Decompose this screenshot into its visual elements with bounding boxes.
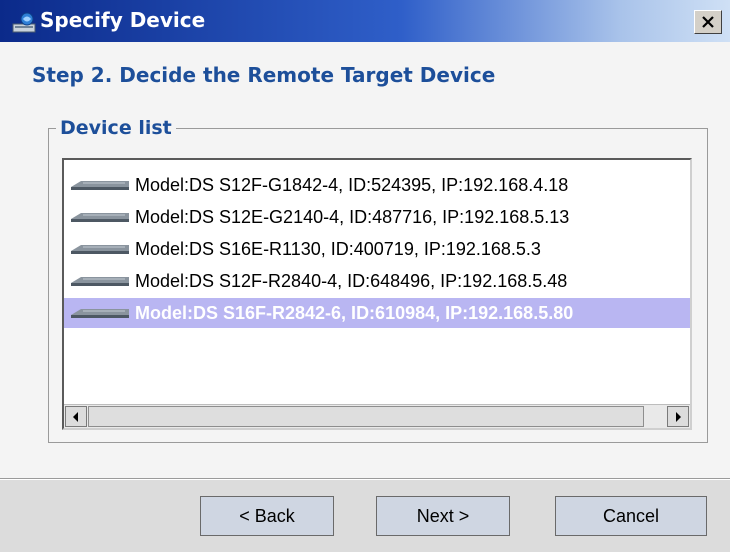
device-list-item-label: Model:DS S12F-G1842-4, ID:524395, IP:192…	[135, 174, 569, 195]
device-list-item[interactable]: Model:DS S12E-G2140-4, ID:487716, IP:192…	[64, 202, 690, 232]
window-title: Specify Device	[40, 8, 206, 32]
device-list-item-label: Model:DS S12F-R2840-4, ID:648496, IP:192…	[135, 270, 568, 291]
scroll-left-button[interactable]	[65, 406, 87, 427]
specify-device-dialog: Specify Device Step 2. Decide the Remote…	[0, 0, 730, 552]
device-window-icon	[12, 12, 36, 33]
device-list-legend: Device list	[56, 117, 176, 139]
network-device-icon	[71, 309, 129, 318]
back-button[interactable]: < Back	[200, 496, 334, 536]
device-list-item-selected[interactable]: Model:DS S16F-R2842-6, ID:610984, IP:192…	[64, 298, 690, 328]
device-list-item[interactable]: Model:DS S12F-G1842-4, ID:524395, IP:192…	[64, 170, 690, 200]
network-device-icon	[71, 277, 129, 286]
step-title: Step 2. Decide the Remote Target Device	[32, 63, 496, 87]
device-list-item[interactable]: Model:DS S16E-R1130, ID:400719, IP:192.1…	[64, 234, 690, 264]
scroll-right-button[interactable]	[667, 406, 689, 427]
next-button[interactable]: Next >	[376, 496, 510, 536]
device-list-item[interactable]: Model:DS S12F-R2840-4, ID:648496, IP:192…	[64, 266, 690, 296]
horizontal-scrollbar[interactable]	[64, 404, 690, 428]
arrow-right-icon	[676, 411, 681, 422]
network-device-icon	[71, 213, 129, 222]
device-list-item-label: Model:DS S16F-R2842-6, ID:610984, IP:192…	[135, 302, 574, 323]
network-device-icon	[71, 181, 129, 190]
close-button[interactable]	[694, 10, 722, 34]
device-list-item-label: Model:DS S12E-G2140-4, ID:487716, IP:192…	[135, 206, 570, 227]
close-icon	[702, 16, 714, 28]
network-device-icon	[71, 245, 129, 254]
device-list-item-label: Model:DS S16E-R1130, ID:400719, IP:192.1…	[135, 238, 541, 259]
scrollbar-thumb[interactable]	[88, 406, 644, 427]
device-listbox[interactable]: Model:DS S12F-G1842-4, ID:524395, IP:192…	[62, 158, 692, 430]
cancel-button[interactable]: Cancel	[555, 496, 707, 536]
title-bar: Specify Device	[0, 0, 730, 42]
arrow-left-icon	[73, 411, 78, 422]
